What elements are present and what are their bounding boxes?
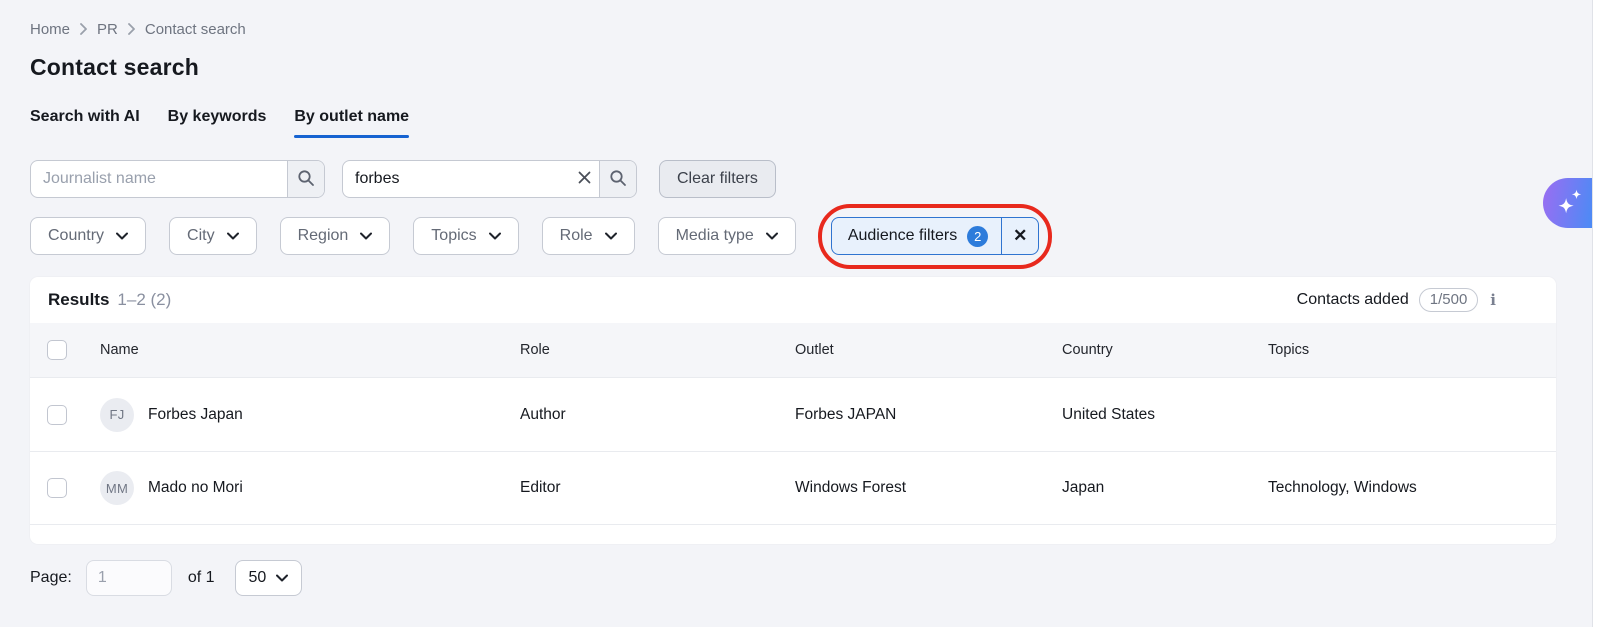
tab-search-with-ai[interactable]: Search with AI <box>30 108 140 138</box>
table-row: MM Mado no Mori Editor Windows Forest Ja… <box>30 451 1556 525</box>
column-header-name[interactable]: Name <box>100 342 520 358</box>
outlet-search-field <box>342 160 637 198</box>
chevron-down-icon <box>765 227 778 245</box>
filter-country-dropdown[interactable]: Country <box>30 217 147 255</box>
journalist-search-field <box>30 160 325 198</box>
breadcrumb-current: Contact search <box>144 20 246 38</box>
chevron-down-icon <box>488 227 501 245</box>
contact-role: Editor <box>520 479 561 496</box>
results-card: Results 1–2 (2) Contacts added 1/500 i N… <box>30 277 1556 544</box>
clear-filters-button[interactable]: Clear filters <box>659 160 776 198</box>
audience-filters-wrap: Audience filters 2 ✕ <box>817 204 1053 269</box>
audience-filters-count-badge: 2 <box>967 225 989 247</box>
clear-outlet-button[interactable] <box>569 161 599 197</box>
search-row: Clear filters <box>30 160 1570 198</box>
contact-name[interactable]: Mado no Mori <box>148 479 243 497</box>
avatar: FJ <box>100 397 134 432</box>
contact-country: Japan <box>1062 479 1105 496</box>
journalist-search-button[interactable] <box>287 161 324 197</box>
column-header-role[interactable]: Role <box>520 342 795 358</box>
pagination: Page: of 1 50 <box>30 560 1570 596</box>
outlet-name-input[interactable] <box>343 161 569 197</box>
contact-country: United States <box>1062 405 1156 423</box>
chevron-down-icon <box>360 227 373 245</box>
avatar: MM <box>100 471 134 505</box>
contact-search-page: Home PR Contact search Contact search Se… <box>0 0 1600 596</box>
contact-outlet: Forbes JAPAN <box>795 405 897 423</box>
filter-city-dropdown[interactable]: City <box>169 217 257 255</box>
table-header-row: Name Role Outlet Country Topics <box>30 323 1556 377</box>
contact-name[interactable]: Forbes Japan <box>148 406 243 424</box>
contacts-quota-badge: 1/500 <box>1418 288 1479 312</box>
column-header-country[interactable]: Country <box>1062 342 1268 358</box>
column-header-outlet[interactable]: Outlet <box>795 342 1062 358</box>
tab-by-keywords[interactable]: By keywords <box>168 108 267 138</box>
audience-filters-button[interactable]: Audience filters 2 ✕ <box>830 217 1040 255</box>
breadcrumb-chevron-icon <box>127 23 135 35</box>
page-size-select[interactable]: 50 <box>234 560 303 596</box>
tab-bar: Search with AI By keywords By outlet nam… <box>30 108 1570 138</box>
filter-media-type-dropdown[interactable]: Media type <box>657 217 796 255</box>
ai-assistant-button[interactable] <box>1543 178 1592 228</box>
scrollbar-track[interactable] <box>1592 0 1600 627</box>
contacts-added-label: Contacts added <box>1296 291 1409 308</box>
chevron-down-icon <box>604 227 617 245</box>
breadcrumb-pr[interactable]: PR <box>97 21 118 38</box>
page-label: Page: <box>30 569 72 586</box>
search-icon <box>297 169 315 190</box>
contact-outlet: Windows Forest <box>795 479 907 496</box>
breadcrumb: Home PR Contact search <box>30 20 1570 38</box>
results-header: Results 1–2 (2) Contacts added 1/500 i <box>30 277 1556 323</box>
page-number-input[interactable] <box>85 560 172 596</box>
table-row: FJ Forbes Japan Author Forbes JAPAN Unit… <box>30 377 1556 451</box>
filter-role-dropdown[interactable]: Role <box>541 217 635 255</box>
chevron-down-icon <box>116 227 129 245</box>
audience-filters-remove-button[interactable]: ✕ <box>1001 218 1038 254</box>
page-total-label: of 1 <box>187 569 215 586</box>
chevron-down-icon <box>226 227 239 245</box>
contact-role: Author <box>520 405 566 423</box>
info-icon[interactable]: i <box>1488 291 1498 309</box>
chevron-down-icon <box>276 569 289 587</box>
contact-topics: Technology, Windows <box>1268 479 1417 496</box>
close-icon: ✕ <box>1013 226 1028 245</box>
breadcrumb-chevron-icon <box>80 23 87 35</box>
row-checkbox[interactable] <box>47 478 67 498</box>
outlet-search-button[interactable] <box>599 161 636 197</box>
results-count: 1–2 (2) <box>117 290 172 309</box>
page-title: Contact search <box>30 54 199 80</box>
select-all-checkbox[interactable] <box>47 340 67 360</box>
search-icon <box>609 169 627 190</box>
filter-topics-dropdown[interactable]: Topics <box>413 217 519 255</box>
results-title: Results <box>48 290 110 309</box>
filter-region-dropdown[interactable]: Region <box>279 217 391 255</box>
sparkles-icon <box>1551 182 1585 225</box>
column-header-topics[interactable]: Topics <box>1268 342 1556 358</box>
journalist-name-input[interactable] <box>31 161 287 197</box>
close-icon <box>578 171 591 187</box>
row-checkbox[interactable] <box>47 404 67 425</box>
tab-by-outlet-name[interactable]: By outlet name <box>294 108 409 138</box>
breadcrumb-home[interactable]: Home <box>30 21 70 38</box>
audience-filters-label: Audience filters <box>847 227 958 244</box>
filters-row: Country City Region Topics Role Media ty… <box>30 204 1570 269</box>
